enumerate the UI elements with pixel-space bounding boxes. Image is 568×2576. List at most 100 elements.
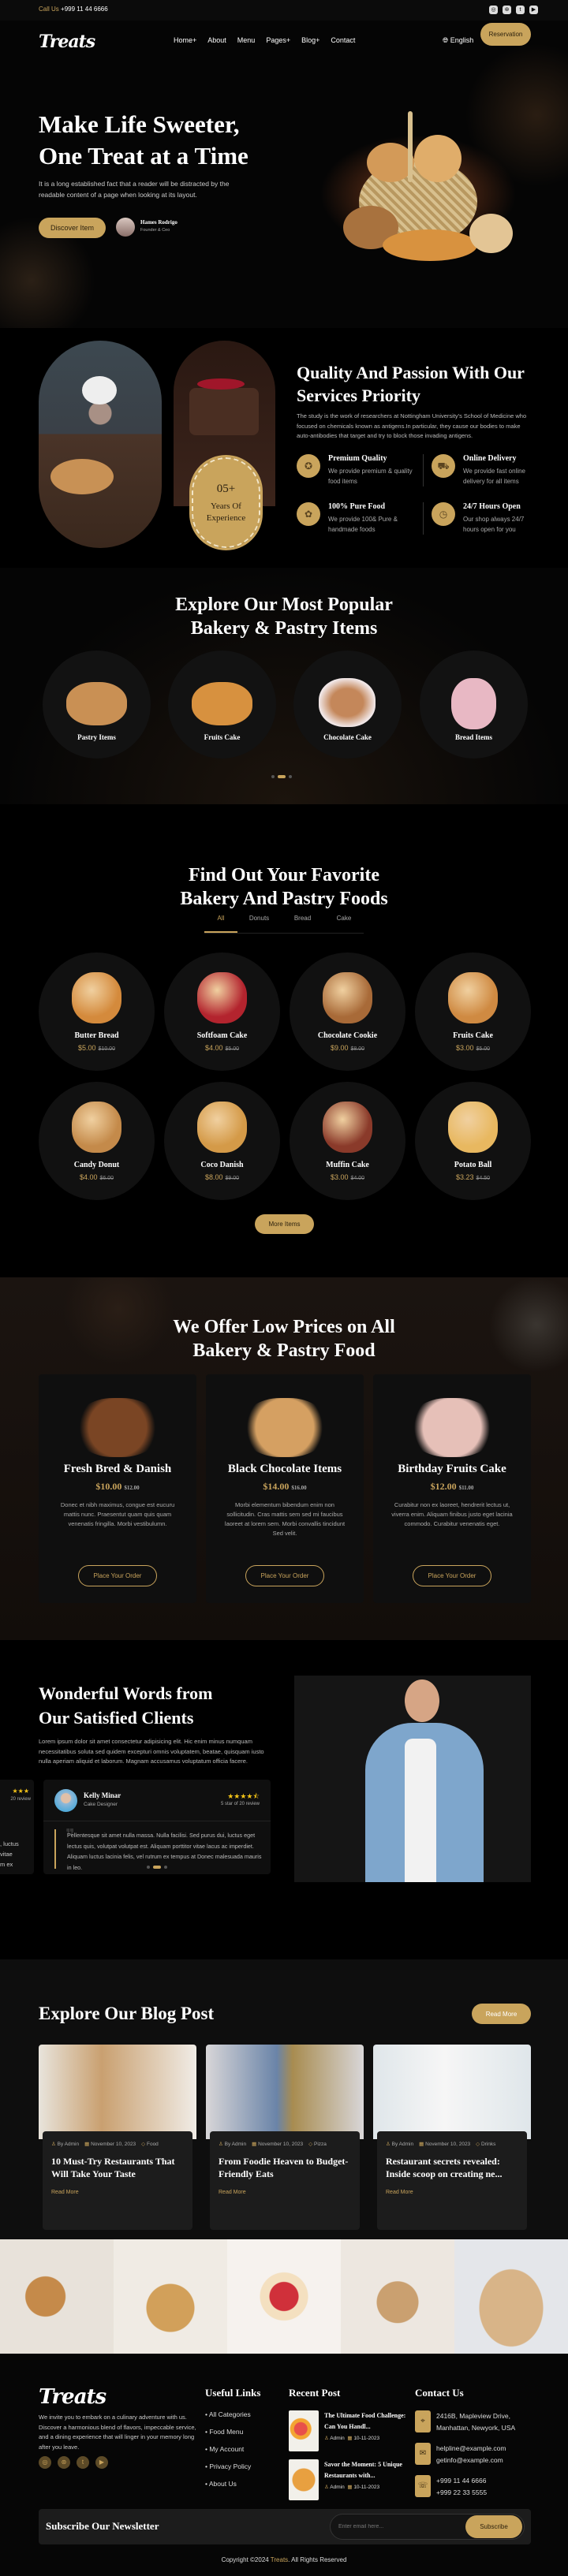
product-candy-donut[interactable]: Candy Donut $4.00 $6.00 [39,1082,155,1200]
tag-icon: ◇ [141,2142,146,2147]
discover-button[interactable]: Discover Item [39,218,106,238]
footer-link-about-us[interactable]: • About Us [205,2480,260,2488]
gallery-image[interactable] [114,2239,227,2354]
offer-name: Black Chocolate Items [227,1463,342,1475]
instagram-icon[interactable]: ◎ [489,6,498,14]
blog-read-more-link[interactable]: Read More [386,2190,518,2195]
dribbble-icon[interactable]: ⊛ [58,2456,70,2469]
blog-card[interactable]: ♙ By Admin ▦ November 10, 2023 ◇ Pizza Fro… [206,2045,364,2230]
footer-link-my-account[interactable]: • My Account [205,2445,260,2453]
email-link[interactable]: getinfo@example.com [436,2455,506,2466]
blog-read-more-button[interactable]: Read More [472,2004,531,2024]
dribbble-icon[interactable]: ⊛ [503,6,511,14]
footer-link-all-categories[interactable]: • All Categories [205,2410,260,2418]
dot-active[interactable] [153,1866,161,1869]
footer-link-food-menu[interactable]: • Food Menu [205,2428,260,2436]
copyright-brand-link[interactable]: Treats [271,2556,288,2563]
offer-image [74,1398,161,1457]
client-photo [294,1676,531,1882]
blog-read-more-link[interactable]: Read More [51,2190,184,2195]
phone-link[interactable]: +999 11 44 6666 [436,2475,487,2487]
dot[interactable] [147,1866,150,1869]
email-link[interactable]: helpline@example.com [436,2443,506,2455]
more-items-button[interactable]: More Items [255,1214,314,1234]
blog-card[interactable]: ♙ By Admin ▦ November 10, 2023 ◇ Drinks Re… [373,2045,531,2230]
product-potato-ball[interactable]: Potato Ball $3.23 $4.50 [415,1082,531,1200]
tab-all[interactable]: All [204,915,237,933]
nav-about[interactable]: About [207,36,226,44]
nav-contact[interactable]: Contact [331,36,355,44]
product-butter-bread[interactable]: Butter Bread $5.00 $10.00 [39,952,155,1071]
youtube-icon[interactable]: ▶ [529,6,538,14]
product-price: $3.23 [455,1173,474,1181]
tab-bread[interactable]: Bread [281,915,324,933]
footer-link-privacy-policy[interactable]: • Privacy Policy [205,2462,260,2470]
blog-post-title[interactable]: Restaurant secrets revealed: Inside scoo… [386,2155,518,2180]
nav-home[interactable]: Home+ [174,36,196,44]
product-price: $9.00 [330,1044,349,1052]
blog-card[interactable]: ♙ By Admin ▦ November 10, 2023 ◇ Food 10 M… [39,2045,196,2230]
gallery-image[interactable] [454,2239,568,2354]
footer-social: ◎ ⊛ t ▶ [39,2456,108,2469]
quote-bar [54,1829,56,1869]
product-fruits-cake[interactable]: Fruits Cake $3.00 $5.00 [415,952,531,1071]
recent-posts: Recent Post The Ultimate Food Challenge:… [289,2387,407,2508]
offer-price: $10.00 [95,1481,122,1492]
youtube-icon[interactable]: ▶ [95,2456,108,2469]
nav-pages[interactable]: Pages+ [266,36,290,44]
recent-post[interactable]: Savor the Moment: 5 Unique Restaurants w… [289,2459,407,2500]
place-order-button[interactable]: Place Your Order [413,1565,491,1586]
offers-title: We Offer Low Prices on All Bakery & Pastr… [173,1317,395,1361]
twitter-icon[interactable]: t [77,2456,89,2469]
phone-link[interactable]: +999 11 44 6666 [61,6,108,13]
headset-icon: ☏ [415,2475,431,2497]
tab-cake[interactable]: Cake [324,915,364,933]
product-price: $4.00 [204,1044,223,1052]
blog-post-title[interactable]: 10 Must-Try Restaurants That Will Take Y… [51,2155,184,2180]
category-fruits-cake[interactable]: Fruits Cake [168,651,276,759]
product-softfoam-cake[interactable]: Softfoam Cake $4.00 $5.00 [164,952,280,1071]
dot[interactable] [271,775,275,778]
category-bread-items[interactable]: Bread Items [420,651,528,759]
offer-price: $14.00 [263,1481,290,1492]
reservation-button[interactable]: Reservation [480,23,531,46]
twitter-icon[interactable]: t [516,6,525,14]
contact-info: Contact Us ⌖ 2416B, Mapleview Drive, Manh… [415,2387,533,2507]
place-order-button[interactable]: Place Your Order [78,1565,157,1586]
phone-link[interactable]: +999 22 33 5555 [436,2487,487,2499]
category-chocolate-cake[interactable]: Chocolate Cake [293,651,402,759]
instagram-icon[interactable]: ◎ [39,2456,51,2469]
product-muffin-cake[interactable]: Muffin Cake $3.00 $4.00 [290,1082,405,1200]
calendar-icon: ▦ [347,2436,353,2441]
product-image [323,1102,372,1153]
product-chocolate-cookie[interactable]: Chocolate Cookie $9.00 $8.00 [290,952,405,1071]
nav-blog[interactable]: Blog+ [301,36,320,44]
prev-testimonial-card[interactable]: ★★★ 20 review , luctus vitae m ex [0,1780,34,1874]
gallery-image[interactable] [341,2239,454,2354]
about-title: Quality And Passion With Our Services Pr… [297,363,525,405]
place-order-button[interactable]: Place Your Order [245,1565,324,1586]
dot[interactable] [164,1866,167,1869]
category-pastry-items[interactable]: Pastry Items [43,651,151,759]
logo[interactable]: Treats [39,32,95,52]
gallery-image[interactable] [227,2239,341,2354]
product-old-price: $6.00 [99,1176,114,1181]
newsletter-title: Subscribe Our Newsletter [46,2520,159,2532]
blog-read-more-link[interactable]: Read More [219,2190,351,2195]
recent-post[interactable]: The Ultimate Food Challenge: Can You Han… [289,2410,407,2451]
footer-logo[interactable]: Treats [39,2385,106,2409]
subscribe-button[interactable]: Subscribe [465,2515,522,2538]
blog-post-title[interactable]: From Foodie Heaven to Budget-Friendly Ea… [219,2155,351,2180]
medal-icon: ✪ [297,454,320,478]
calendar-icon: ▦ [84,2142,90,2147]
tab-donuts[interactable]: Donuts [237,915,281,933]
gallery-image[interactable] [0,2239,114,2354]
nav-menu[interactable]: Menu [237,36,256,44]
offer-text: Curabitur non ex laoreet, hendrerit lect… [391,1501,513,1527]
language-selector[interactable]: 🌐︎ English [443,36,473,45]
useful-links: Useful Links • All Categories • Food Men… [205,2387,261,2488]
dot-active[interactable] [278,775,286,778]
product-image [72,1102,121,1153]
product-coco-danish[interactable]: Coco Danish $8.00 $9.00 [164,1082,280,1200]
dot[interactable] [289,775,292,778]
